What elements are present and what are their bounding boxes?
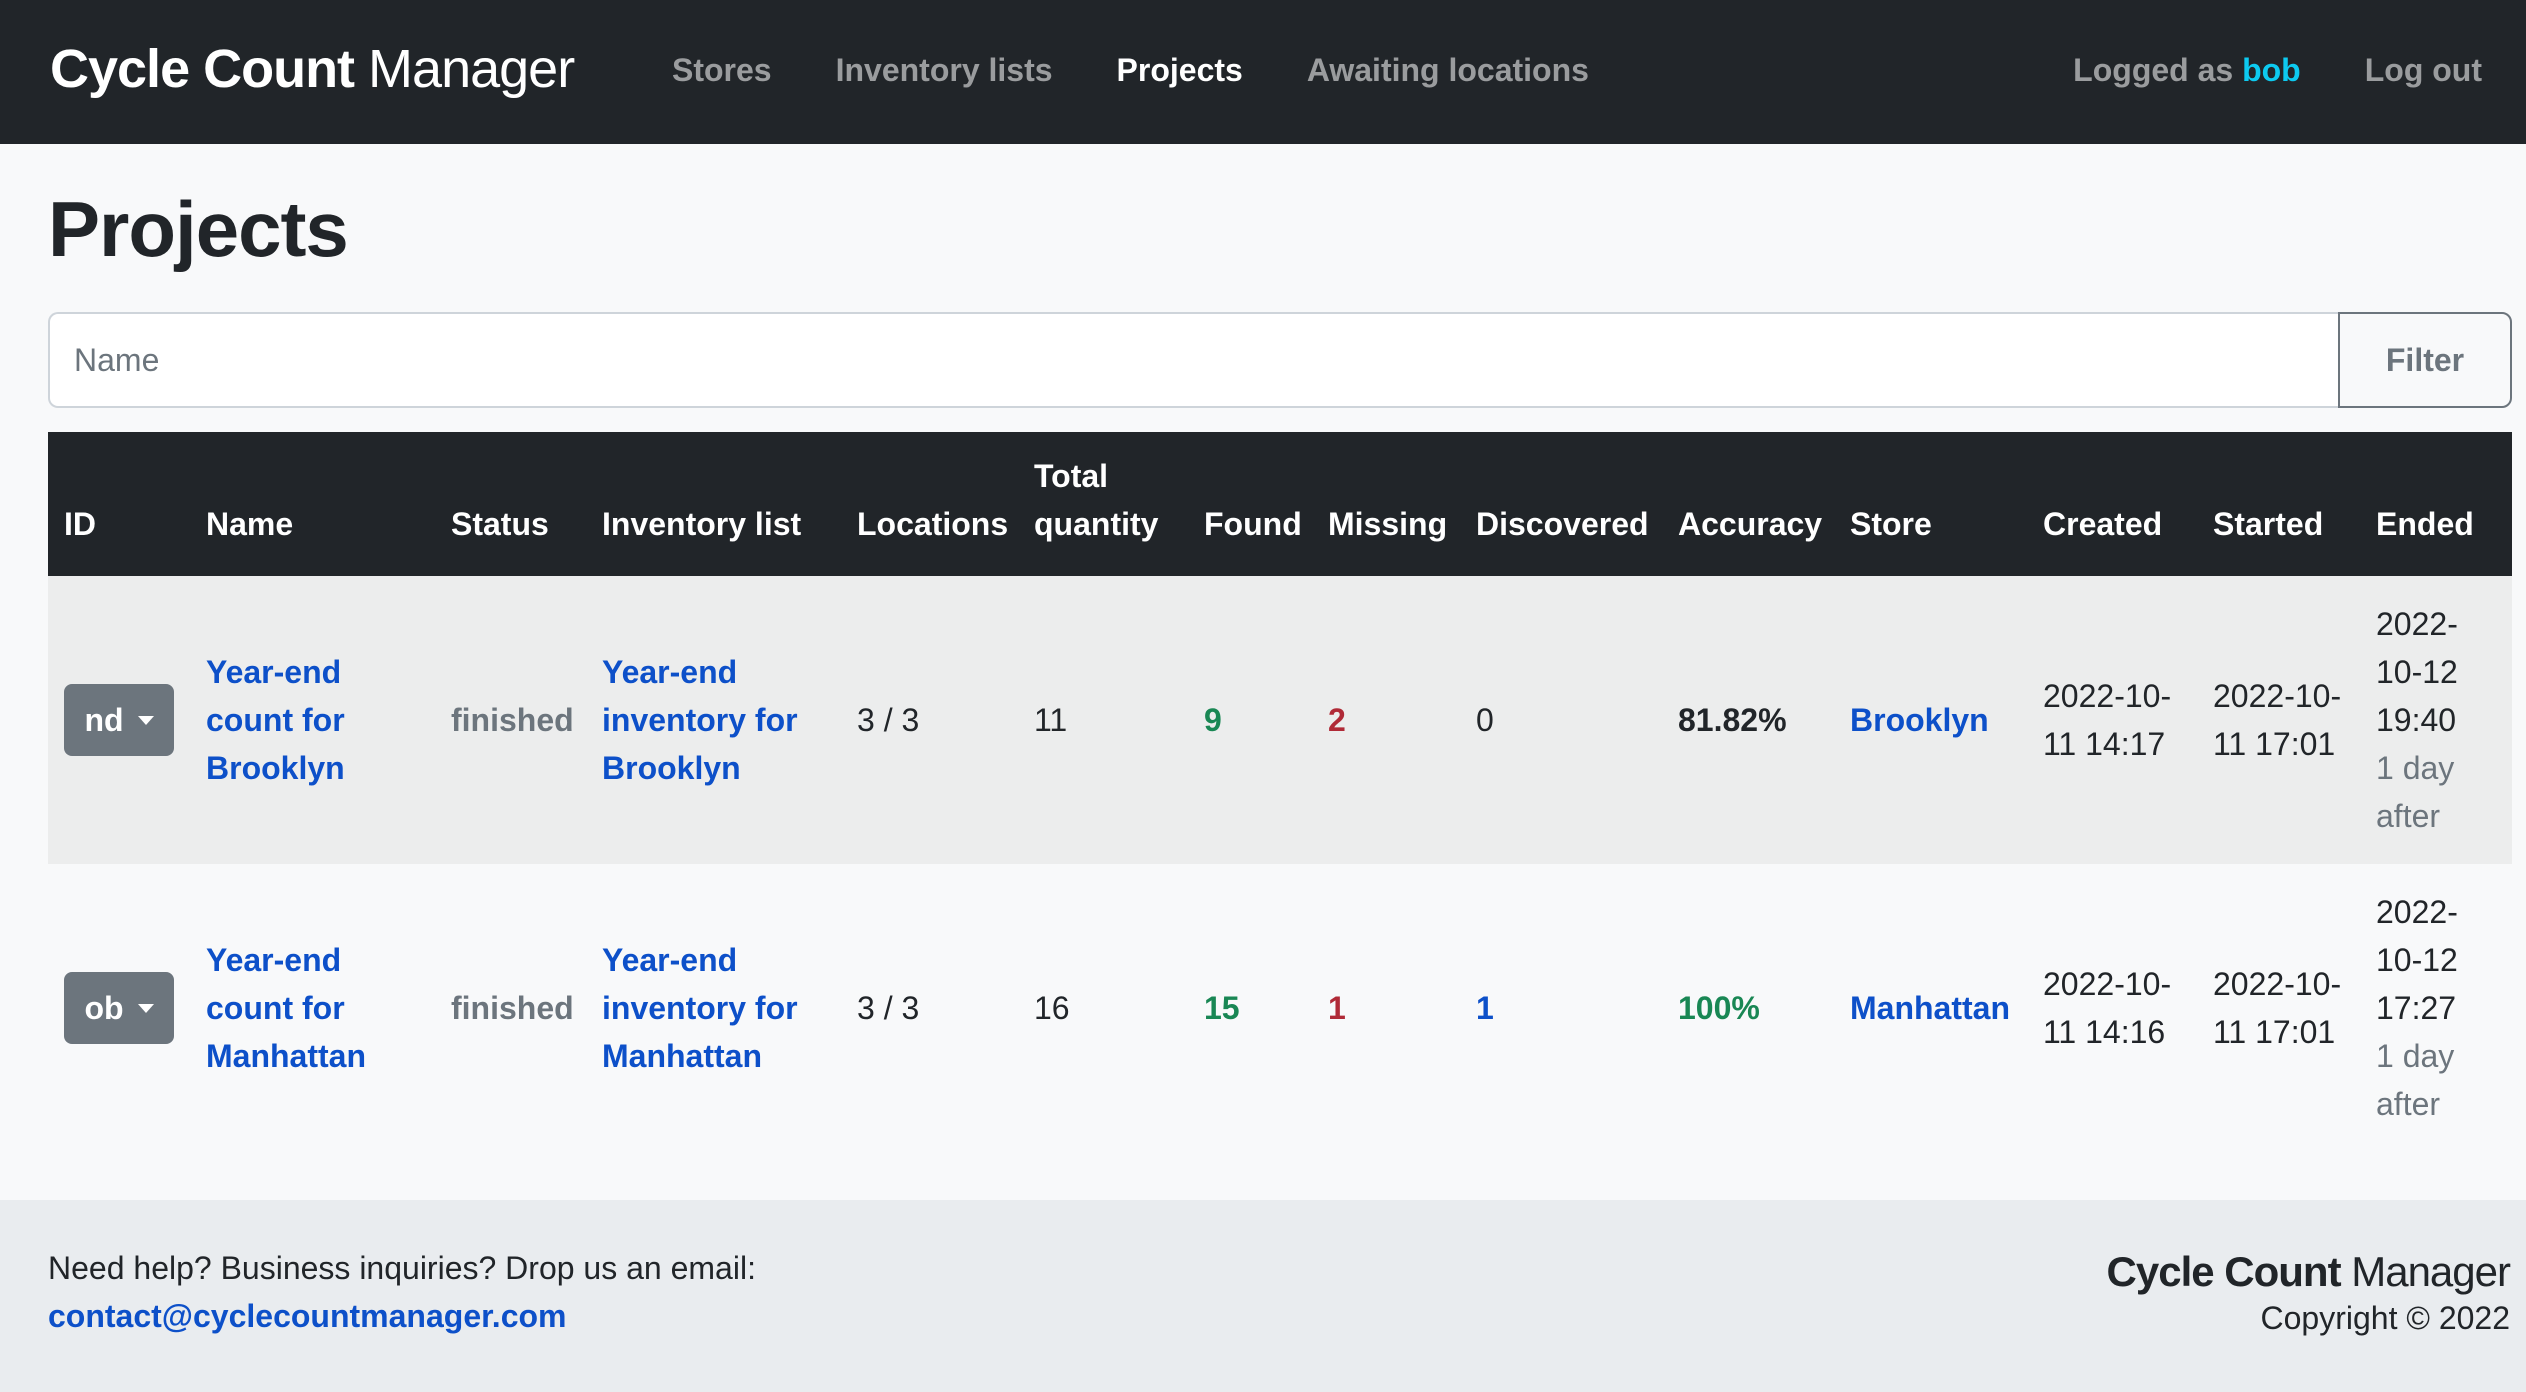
- cell-ended: 2022-10-12 19:40 1 day after: [2360, 576, 2512, 864]
- cell-accuracy: 81.82%: [1662, 576, 1834, 864]
- status-text: finished: [451, 990, 574, 1026]
- footer-brand-light: Manager: [2340, 1248, 2511, 1295]
- cell-id: nd: [48, 576, 190, 864]
- inventory-list-link[interactable]: Year-end inventory for Brooklyn: [602, 654, 798, 786]
- cell-inventory-list: Year-end inventory for Manhattan: [586, 864, 841, 1152]
- cell-started: 2022-10-11 17:01: [2213, 966, 2342, 1050]
- th-created: Created: [2043, 506, 2163, 542]
- id-label: ob: [84, 990, 124, 1026]
- logged-prefix: Logged as: [2073, 52, 2243, 88]
- th-locations: Locations: [857, 506, 1009, 542]
- cell-discovered: 0: [1476, 702, 1494, 738]
- cell-id: ob: [48, 864, 190, 1152]
- status-text: finished: [451, 702, 574, 738]
- cell-created: 2022-10-11 14:16: [2043, 966, 2172, 1050]
- cell-locations: 3 / 3: [857, 702, 920, 738]
- accuracy-value: 81.82%: [1678, 702, 1787, 738]
- th-id: ID: [64, 506, 96, 542]
- accuracy-value: 100%: [1678, 990, 1760, 1026]
- brand-logo[interactable]: Cycle Count Manager: [50, 38, 575, 100]
- th-store: Store: [1850, 506, 1932, 542]
- nav-right: Logged as bob Log out: [2073, 52, 2482, 89]
- name-filter-input[interactable]: [48, 312, 2338, 408]
- nav-link-awaiting-locations[interactable]: Awaiting locations: [1307, 52, 1589, 89]
- cell-status: finished: [435, 576, 586, 864]
- caret-down-icon: [137, 1003, 154, 1013]
- nav-link-inventory-lists[interactable]: Inventory lists: [836, 52, 1053, 89]
- table-row: nd Year-end count for Brooklyn finished …: [48, 576, 2512, 864]
- project-name-link[interactable]: Year-end count for Brooklyn: [206, 654, 345, 786]
- help-text: Need help? Business inquiries? Drop us a…: [48, 1250, 756, 1286]
- cell-ended: 2022-10-12 17:27 1 day after: [2360, 864, 2512, 1152]
- caret-down-icon: [137, 715, 154, 725]
- contact-email-link[interactable]: contact@cyclecountmanager.com: [48, 1298, 566, 1335]
- table-row: ob Year-end count for Manhattan finished…: [48, 864, 2512, 1152]
- project-name-link[interactable]: Year-end count for Manhattan: [206, 942, 366, 1074]
- nav-links: Stores Inventory lists Projects Awaiting…: [672, 52, 1653, 89]
- brand-light: Manager: [354, 39, 575, 99]
- table-header-row: ID Name Status Inventory list Locations …: [48, 432, 2512, 576]
- id-dropdown-button[interactable]: ob: [64, 972, 174, 1044]
- cell-missing: 1: [1312, 864, 1460, 1152]
- cell-found: 9: [1188, 576, 1312, 864]
- id-dropdown-button[interactable]: nd: [64, 684, 174, 756]
- cell-total-quantity: 11: [1034, 702, 1068, 738]
- cell-started: 2022-10-11 17:01: [2213, 678, 2342, 762]
- th-accuracy: Accuracy: [1678, 506, 1823, 542]
- ended-relative: 1 day after: [2376, 1038, 2455, 1122]
- copyright: Copyright © 2022: [2260, 1300, 2511, 1336]
- cell-missing: 2: [1312, 576, 1460, 864]
- cell-inventory-list: Year-end inventory for Brooklyn: [586, 576, 841, 864]
- projects-table: ID Name Status Inventory list Locations …: [48, 432, 2512, 1152]
- th-found: Found: [1204, 506, 1302, 542]
- cell-created: 2022-10-11 14:17: [2043, 678, 2172, 762]
- cell-store: Manhattan: [1834, 864, 2027, 1152]
- store-link[interactable]: Brooklyn: [1850, 702, 1989, 738]
- brand-bold: Cycle Count: [50, 39, 355, 99]
- cell-status: finished: [435, 864, 586, 1152]
- ended-date: 2022-10-12 19:40: [2376, 606, 2458, 738]
- footer-brand: Cycle Count Manager: [2106, 1248, 2511, 1296]
- nav-link-projects[interactable]: Projects: [1117, 52, 1243, 89]
- filter-group: Filter: [48, 312, 2512, 408]
- id-label: nd: [84, 702, 124, 738]
- logged-as: Logged as bob: [2073, 52, 2301, 89]
- missing-value: 2: [1328, 702, 1346, 738]
- footer-brand-bold: Cycle Count: [2106, 1248, 2342, 1295]
- th-started: Started: [2213, 506, 2324, 542]
- th-ended: Ended: [2376, 506, 2474, 542]
- found-value: 15: [1204, 990, 1240, 1026]
- cell-discovered: 1: [1460, 864, 1662, 1152]
- th-discovered: Discovered: [1476, 506, 1649, 542]
- th-total-quantity: Total quantity: [1034, 458, 1159, 542]
- filter-button[interactable]: Filter: [2338, 312, 2512, 408]
- cell-store: Brooklyn: [1834, 576, 2027, 864]
- cell-found: 15: [1188, 864, 1312, 1152]
- cell-accuracy: 100%: [1662, 864, 1834, 1152]
- found-value: 9: [1204, 702, 1222, 738]
- cell-total-quantity: 16: [1034, 990, 1070, 1026]
- discovered-value: 1: [1476, 990, 1494, 1026]
- navbar: Cycle Count Manager Stores Inventory lis…: [0, 0, 2526, 144]
- th-name: Name: [206, 506, 294, 542]
- logged-user[interactable]: bob: [2242, 52, 2301, 88]
- page-title: Projects: [48, 185, 349, 273]
- cell-name: Year-end count for Manhattan: [190, 864, 435, 1152]
- th-status: Status: [451, 506, 549, 542]
- logout-link[interactable]: Log out: [2365, 52, 2482, 89]
- ended-date: 2022-10-12 17:27: [2376, 894, 2458, 1026]
- footer: Need help? Business inquiries? Drop us a…: [0, 1200, 2526, 1392]
- inventory-list-link[interactable]: Year-end inventory for Manhattan: [602, 942, 798, 1074]
- nav-link-stores[interactable]: Stores: [672, 52, 772, 89]
- ended-relative: 1 day after: [2376, 750, 2455, 834]
- missing-value: 1: [1328, 990, 1346, 1026]
- cell-name: Year-end count for Brooklyn: [190, 576, 435, 864]
- th-missing: Missing: [1328, 506, 1448, 542]
- cell-locations: 3 / 3: [857, 990, 920, 1026]
- th-inventory-list: Inventory list: [602, 506, 802, 542]
- store-link[interactable]: Manhattan: [1850, 990, 2010, 1026]
